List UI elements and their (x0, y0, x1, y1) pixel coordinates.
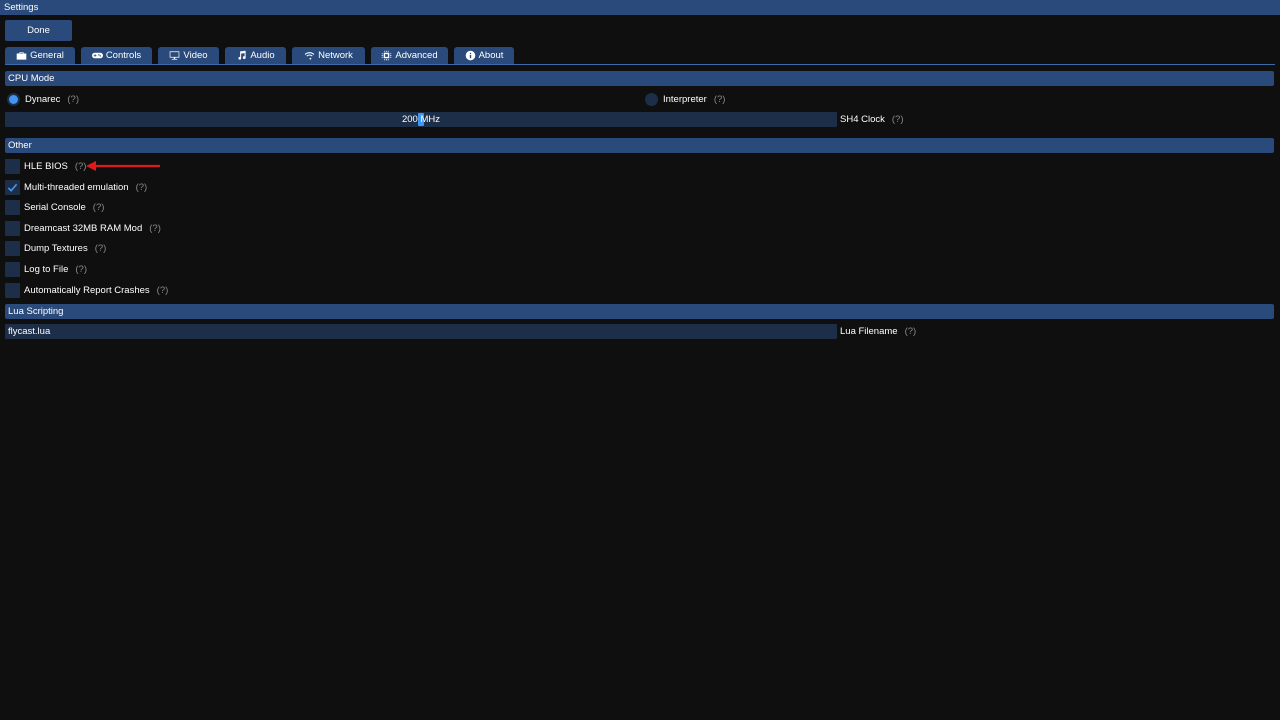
window-title: Settings (0, 0, 1280, 15)
tab-audio-label: Audio (250, 50, 275, 61)
ram-mod-option[interactable]: Dreamcast 32MB RAM Mod (?) (5, 221, 161, 236)
tab-general[interactable]: General (5, 47, 75, 64)
tab-video-label: Video (183, 50, 208, 61)
dump-textures-label: Dump Textures (24, 243, 88, 254)
sh4-clock-value: 200 MHz (401, 114, 440, 125)
monitor-icon (170, 51, 180, 60)
report-crashes-checkbox[interactable] (5, 283, 20, 298)
tab-bar-divider (5, 64, 1275, 65)
hle-bios-help[interactable]: (?) (75, 161, 87, 172)
tab-network[interactable]: Network (292, 47, 365, 64)
serial-console-label: Serial Console (24, 202, 86, 213)
tab-video[interactable]: Video (158, 47, 219, 64)
log-to-file-option[interactable]: Log to File (?) (5, 262, 87, 277)
sh4-clock-label-row: SH4 Clock (?) (840, 112, 904, 127)
other-header: Other (5, 138, 1274, 153)
interpreter-help[interactable]: (?) (714, 94, 726, 105)
tab-general-label: General (30, 50, 64, 61)
checkmark-icon (7, 183, 18, 192)
interpreter-label: Interpreter (663, 94, 707, 105)
log-to-file-label: Log to File (24, 264, 69, 275)
ram-mod-checkbox[interactable] (5, 221, 20, 236)
microchip-icon (382, 50, 392, 61)
sh4-clock-slider[interactable]: 200 MHz (5, 112, 837, 127)
lua-filename-label: Lua Filename (840, 326, 898, 337)
tab-advanced[interactable]: Advanced (371, 47, 448, 64)
lua-filename-input[interactable] (5, 324, 837, 339)
tab-about[interactable]: About (454, 47, 514, 64)
lua-scripting-header: Lua Scripting (5, 304, 1274, 319)
lua-filename-label-row: Lua Filename (?) (840, 324, 916, 339)
dump-textures-help[interactable]: (?) (95, 243, 107, 254)
hle-bios-checkbox[interactable] (5, 159, 20, 174)
hle-bios-option[interactable]: HLE BIOS (?) (5, 159, 86, 174)
interpreter-option[interactable]: Interpreter (?) (645, 92, 725, 107)
ram-mod-help[interactable]: (?) (149, 223, 161, 234)
multi-threaded-help[interactable]: (?) (136, 182, 148, 193)
sh4-clock-label: SH4 Clock (840, 114, 885, 125)
settings-tabs: General Controls Video Audio Network Adv… (5, 47, 514, 64)
report-crashes-help[interactable]: (?) (157, 285, 169, 296)
cpu-mode-header: CPU Mode (5, 71, 1274, 86)
wifi-icon (304, 52, 315, 60)
log-to-file-help[interactable]: (?) (75, 264, 87, 275)
lua-filename-help[interactable]: (?) (905, 326, 917, 337)
serial-console-help[interactable]: (?) (93, 202, 105, 213)
info-icon (465, 50, 475, 61)
log-to-file-checkbox[interactable] (5, 262, 20, 277)
report-crashes-label: Automatically Report Crashes (24, 285, 150, 296)
done-button[interactable]: Done (5, 20, 72, 41)
tab-network-label: Network (318, 50, 353, 61)
serial-console-checkbox[interactable] (5, 200, 20, 215)
tab-about-label: About (478, 50, 504, 61)
annotation-arrow-icon (86, 161, 160, 171)
tab-controls[interactable]: Controls (81, 47, 152, 64)
report-crashes-option[interactable]: Automatically Report Crashes (?) (5, 283, 168, 298)
tab-audio[interactable]: Audio (225, 47, 286, 64)
dump-textures-checkbox[interactable] (5, 241, 20, 256)
multi-threaded-option[interactable]: Multi-threaded emulation (?) (5, 180, 147, 195)
dynarec-help[interactable]: (?) (67, 94, 79, 105)
gamepad-icon (91, 52, 103, 59)
dump-textures-option[interactable]: Dump Textures (?) (5, 241, 106, 256)
dynarec-label: Dynarec (25, 94, 61, 105)
music-note-icon (238, 50, 246, 60)
toolbox-icon (16, 52, 27, 60)
hle-bios-label: HLE BIOS (24, 161, 68, 172)
multi-threaded-checkbox[interactable] (5, 180, 20, 195)
sh4-clock-help[interactable]: (?) (892, 114, 904, 125)
interpreter-radio[interactable] (645, 93, 658, 106)
ram-mod-label: Dreamcast 32MB RAM Mod (24, 223, 143, 234)
tab-controls-label: Controls (105, 50, 142, 61)
tab-advanced-label: Advanced (395, 50, 438, 61)
dynarec-radio[interactable] (7, 93, 20, 106)
dynarec-option[interactable]: Dynarec (?) (7, 92, 79, 107)
serial-console-option[interactable]: Serial Console (?) (5, 200, 104, 215)
multi-threaded-label: Multi-threaded emulation (24, 182, 129, 193)
